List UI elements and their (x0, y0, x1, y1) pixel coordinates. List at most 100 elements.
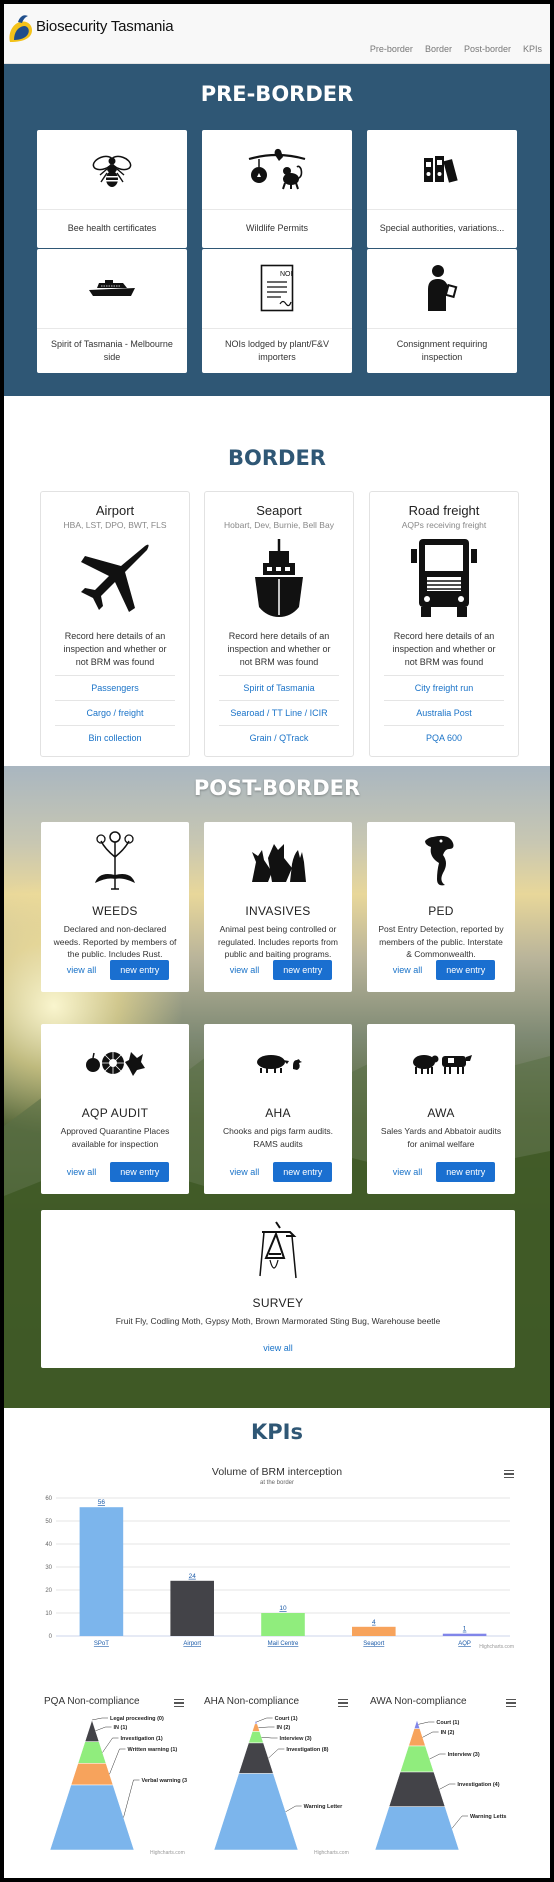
card-label: Bee health certificates (37, 209, 187, 247)
nav-kpis[interactable]: KPIs (523, 44, 542, 54)
link-pqa-600[interactable]: PQA 600 (384, 725, 504, 750)
pyramid-segment (248, 1731, 264, 1744)
label-connector (285, 1805, 302, 1812)
link-australia-post[interactable]: Australia Post (384, 700, 504, 725)
card-title: Airport (95, 503, 135, 518)
inspector-icon (428, 265, 458, 311)
border-title: BORDER (228, 446, 326, 470)
link-cargo-freight[interactable]: Cargo / freight (55, 700, 175, 725)
pyramid-segment (84, 1719, 100, 1742)
view-all-link[interactable]: view all (257, 1338, 299, 1358)
link-grain-qtrack[interactable]: Grain / QTrack (219, 725, 339, 750)
label-connector (429, 1753, 446, 1760)
label-connector (268, 1748, 285, 1759)
card-consignment[interactable]: Consignment requiring inspection (367, 249, 517, 373)
card-description: Declared and non-declared weeds. Reporte… (53, 924, 177, 959)
new-entry-button[interactable]: new entry (110, 960, 170, 980)
y-tick-label: 20 (45, 1588, 52, 1594)
tasmania-logo-icon[interactable] (6, 12, 36, 46)
link-searoad[interactable]: Searoad / TT Line / ICIR (219, 700, 339, 725)
border-card-airport: Airport HBA, LST, DPO, BWT, FLS Record h… (40, 491, 190, 757)
post-card-aqp-audit: AQP AUDIT Approved Quarantine Places ava… (41, 1024, 189, 1194)
new-entry-button[interactable]: new entry (273, 1162, 333, 1182)
pyramid-label: Investigation (8) (286, 1747, 328, 1753)
link-city-freight-run[interactable]: City freight run (384, 675, 504, 700)
chart-credit: Highcharts.com (314, 1850, 349, 1856)
pyramid-segment (70, 1763, 114, 1786)
post-card-aha: AHA Chooks and pigs farm audits. RAMS au… (204, 1024, 352, 1194)
ferry-icon (89, 280, 135, 296)
data-label: 24 (189, 1573, 197, 1580)
sheep-cattle-icon (413, 1055, 472, 1074)
post-card-awa: AWA Sales Yards and Abbatoir audits for … (367, 1024, 515, 1194)
card-title: Road freight (408, 503, 480, 518)
card-nois[interactable]: NOI NOIs lodged by plant/F&V importers (202, 249, 352, 373)
label-connector (258, 1726, 275, 1728)
truck-icon (411, 539, 477, 617)
post-card-weeds: WEEDS Declared and non-declared weeds. R… (41, 822, 189, 992)
border-section: BORDER Airport HBA, LST, DPO, BWT, FLS R… (4, 396, 550, 766)
awa-chart: AWA Non-compliance Court (1) IN (2) Interv… (362, 1692, 522, 1862)
card-subtitle: HBA, LST, DPO, BWT, FLS (63, 520, 167, 530)
chart-credit: Highcharts.com (479, 1644, 514, 1650)
card-title: WEEDS (92, 904, 138, 918)
card-title: Seaport (256, 503, 302, 518)
fox-cat-rabbit-icon (252, 844, 306, 882)
pyramid-label: Written warning (1) (128, 1747, 178, 1753)
bar (261, 1613, 305, 1636)
label-connector (439, 1783, 456, 1790)
pyramid-segment (238, 1742, 274, 1774)
label-connector (102, 1737, 119, 1753)
card-wildlife-permits[interactable]: Wildlife Permits (202, 130, 352, 248)
link-bin-collection[interactable]: Bin collection (55, 725, 175, 750)
view-all-link[interactable]: view all (224, 1162, 266, 1182)
view-all-link[interactable]: view all (61, 960, 103, 980)
kpis-title: KPIs (251, 1420, 303, 1444)
pig-chicken-icon (257, 1055, 302, 1073)
nav-post-border[interactable]: Post-border (464, 44, 511, 54)
top-navbar: Biosecurity Tasmania Pre-border Border P… (4, 4, 550, 64)
pyramid-segment (49, 1784, 135, 1851)
pyramid-segment (399, 1745, 435, 1773)
view-all-link[interactable]: view all (61, 1162, 103, 1182)
brand-name[interactable]: Biosecurity Tasmania (36, 18, 174, 35)
card-title: AQP AUDIT (81, 1106, 149, 1120)
pyramid-label: Warning Letter (304, 1804, 343, 1810)
card-spirit-melbourne[interactable]: Spirit of Tasmania - Melbourne side (37, 249, 187, 373)
card-title: PED (428, 904, 454, 918)
label-connector (95, 1726, 112, 1732)
card-description: Record here details of an inspection and… (392, 631, 496, 667)
wildlife-icon (248, 148, 306, 190)
y-tick-label: 60 (45, 1496, 52, 1502)
card-bee-health[interactable]: Bee health certificates (37, 130, 187, 248)
card-description: Fruit Fly, Codling Moth, Gypsy Moth, Bro… (115, 1316, 441, 1326)
nav-border[interactable]: Border (425, 44, 452, 54)
card-label: Spirit of Tasmania - Melbourne side (37, 328, 187, 372)
post-card-ped: PED Post Entry Detection, reported by me… (367, 822, 515, 992)
label-connector (109, 1748, 126, 1775)
post-border-title: POST-BORDER (193, 776, 361, 800)
link-passengers[interactable]: Passengers (55, 675, 175, 700)
label-connector (261, 1736, 278, 1739)
pyramid-label: IN (2) (441, 1730, 455, 1736)
noi-document-icon: NOI (260, 264, 294, 312)
y-tick-label: 30 (45, 1565, 52, 1571)
view-all-link[interactable]: view all (224, 960, 266, 980)
view-all-link[interactable]: view all (387, 1162, 429, 1182)
link-spirit-of-tasmania[interactable]: Spirit of Tasmania (219, 675, 339, 700)
new-entry-button[interactable]: new entry (436, 1162, 496, 1182)
card-special-authorities[interactable]: Special authorities, variations... (367, 130, 517, 248)
nav-pre-border[interactable]: Pre-border (370, 44, 413, 54)
card-label: NOIs lodged by plant/F&V importers (202, 328, 352, 372)
aha-chart: AHA Non-compliance Court (1) IN (2) Interv… (198, 1692, 358, 1862)
border-card-road-freight: Road freight AQPs receiving freight Reco… (369, 491, 519, 757)
card-description: Post Entry Detection, reported by member… (378, 924, 504, 959)
x-tick-label: Mail Centre (268, 1641, 299, 1647)
new-entry-button[interactable]: new entry (273, 960, 333, 980)
border-card-seaport: Seaport Hobart, Dev, Burnie, Bell Bay Re… (204, 491, 354, 757)
view-all-link[interactable]: view all (387, 960, 429, 980)
new-entry-button[interactable]: new entry (436, 960, 496, 980)
new-entry-button[interactable]: new entry (110, 1162, 170, 1182)
ship-icon (255, 539, 303, 617)
card-label: Wildlife Permits (202, 209, 352, 247)
